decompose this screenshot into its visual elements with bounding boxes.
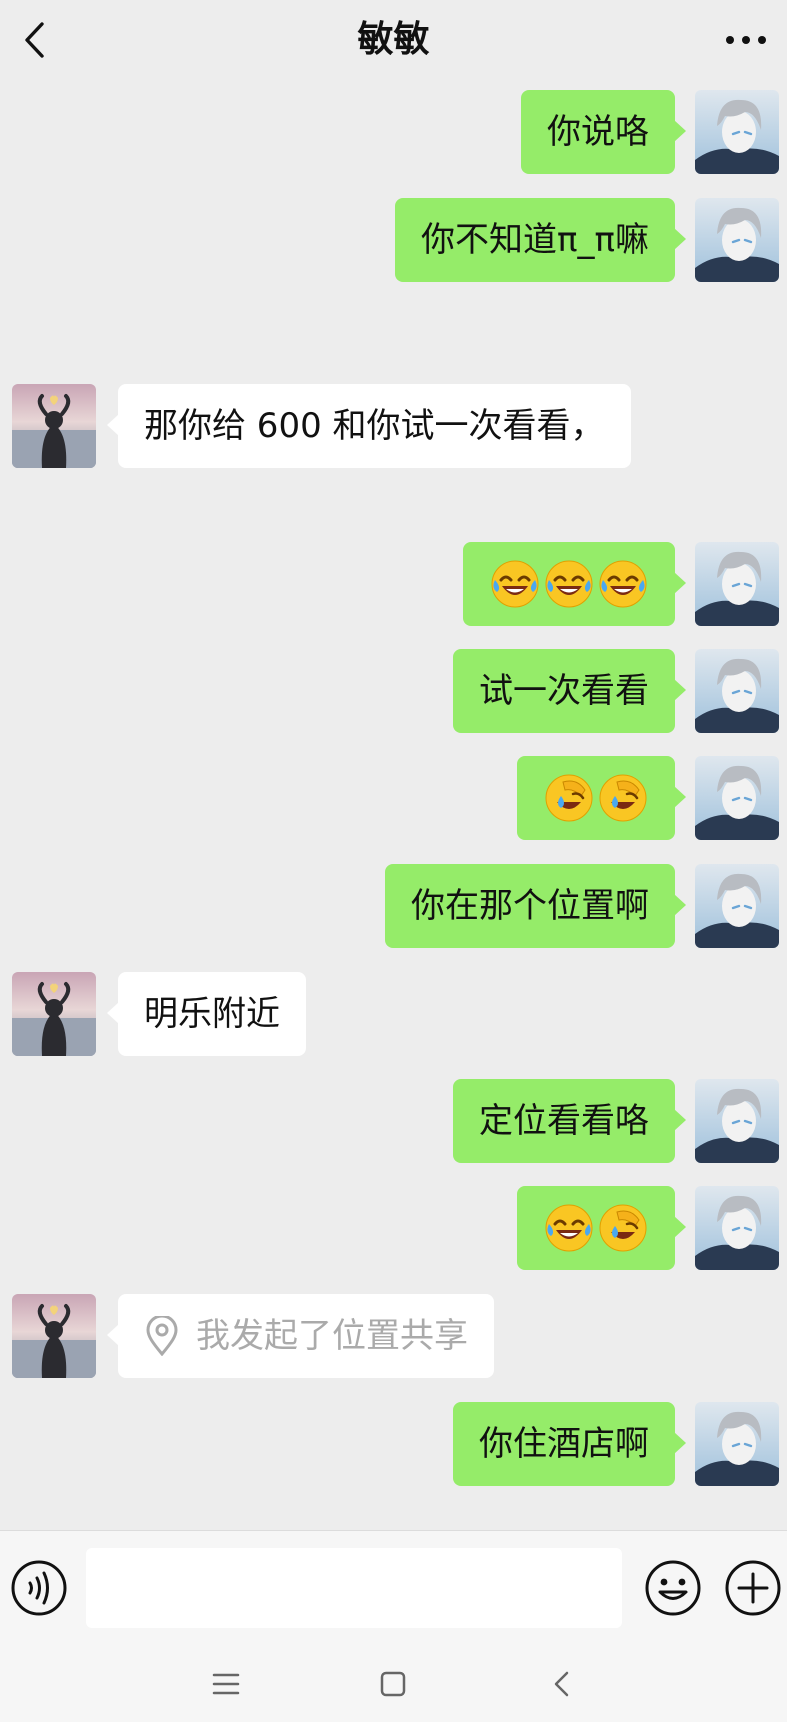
more-functions-plus-icon[interactable] xyxy=(724,1559,782,1617)
message-row: 我发起了位置共享 xyxy=(0,1294,787,1378)
voice-input-icon[interactable] xyxy=(10,1559,68,1617)
message-row: 明乐附近 xyxy=(0,972,787,1056)
contact-avatar[interactable] xyxy=(12,972,96,1056)
my-message-bubble[interactable]: 试一次看看 xyxy=(453,649,686,733)
my-message-bubble[interactable]: 定位看看咯 xyxy=(453,1079,686,1163)
message-input[interactable] xyxy=(86,1548,622,1628)
my-emoji-bubble[interactable] xyxy=(463,542,686,626)
system-navigation-bar xyxy=(0,1644,787,1722)
contact-message-bubble[interactable]: 那你给 600 和你试一次看看， xyxy=(107,384,631,468)
my-avatar[interactable] xyxy=(695,864,779,948)
message-row xyxy=(0,542,787,626)
my-avatar[interactable] xyxy=(695,756,779,840)
contact-avatar[interactable] xyxy=(12,384,96,468)
message-row: 定位看看咯 xyxy=(0,1079,787,1163)
message-row: 你住酒店啊 xyxy=(0,1402,787,1486)
facepalm-emoji-icon xyxy=(599,1204,647,1252)
my-emoji-bubble[interactable] xyxy=(517,1186,686,1270)
message-row: 你在那个位置啊 xyxy=(0,864,787,948)
message-row: 你说咯 xyxy=(0,90,787,174)
my-avatar[interactable] xyxy=(695,90,779,174)
tears-of-joy-emoji-icon xyxy=(599,560,647,608)
location-share-text: 我发起了位置共享 xyxy=(196,1316,468,1356)
tears-of-joy-emoji-icon xyxy=(491,560,539,608)
my-message-bubble[interactable]: 你住酒店啊 xyxy=(453,1402,686,1486)
facepalm-emoji-icon xyxy=(545,774,593,822)
location-pin-icon xyxy=(146,1316,178,1356)
message-row xyxy=(0,1186,787,1270)
tears-of-joy-emoji-icon xyxy=(545,1204,593,1252)
my-avatar[interactable] xyxy=(695,542,779,626)
message-row: 试一次看看 xyxy=(0,649,787,733)
back-triangle-icon[interactable] xyxy=(540,1662,584,1706)
message-row xyxy=(0,756,787,840)
my-message-bubble[interactable]: 你说咯 xyxy=(521,90,686,174)
menu-icon[interactable] xyxy=(204,1662,248,1706)
my-message-bubble[interactable]: 你不知道π_π嘛 xyxy=(395,198,686,282)
tears-of-joy-emoji-icon xyxy=(545,560,593,608)
facepalm-emoji-icon xyxy=(599,774,647,822)
contact-message-bubble[interactable]: 明乐附近 xyxy=(107,972,306,1056)
home-square-icon[interactable] xyxy=(371,1662,415,1706)
location-share-bubble[interactable]: 我发起了位置共享 xyxy=(107,1294,494,1378)
my-avatar[interactable] xyxy=(695,198,779,282)
message-row: 那你给 600 和你试一次看看， xyxy=(0,384,787,468)
contact-avatar[interactable] xyxy=(12,1294,96,1378)
message-list: 你说咯 你不知道π_π嘛 那你给 600 和你试一次看看， 试一次看看 你在那个… xyxy=(0,0,787,1530)
my-avatar[interactable] xyxy=(695,1402,779,1486)
emoji-picker-icon[interactable] xyxy=(644,1559,702,1617)
input-bar xyxy=(0,1530,787,1645)
my-avatar[interactable] xyxy=(695,649,779,733)
my-message-bubble[interactable]: 你在那个位置啊 xyxy=(385,864,686,948)
my-avatar[interactable] xyxy=(695,1079,779,1163)
my-emoji-bubble[interactable] xyxy=(517,756,686,840)
message-row: 你不知道π_π嘛 xyxy=(0,198,787,282)
my-avatar[interactable] xyxy=(695,1186,779,1270)
